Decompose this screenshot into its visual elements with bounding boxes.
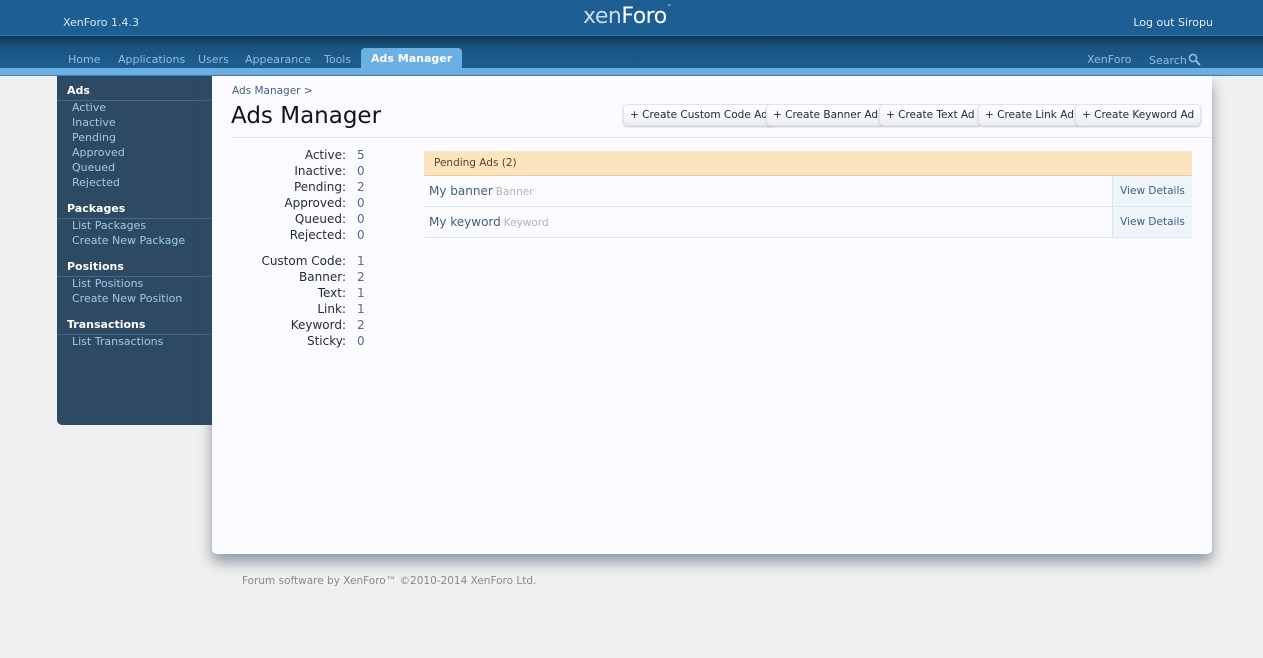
view-details-link[interactable]: View Details — [1112, 176, 1192, 206]
sidebar-heading-transactions: Transactions — [67, 318, 146, 331]
create-banner-ad-button[interactable]: + Create Banner Ad — [766, 104, 886, 126]
stat-label-approved: Approved: — [284, 196, 346, 210]
stat-value-inactive[interactable]: 0 — [357, 164, 365, 178]
stat-label-banner: Banner: — [299, 270, 346, 284]
stat-label-custom-code: Custom Code: — [261, 254, 346, 268]
breadcrumb[interactable]: Ads Manager > — [232, 85, 313, 97]
sidebar-item-list-positions[interactable]: List Positions — [72, 277, 143, 290]
sidebar-item-list-transactions[interactable]: List Transactions — [72, 335, 163, 348]
ad-title: My keyword — [429, 215, 501, 229]
tab-users[interactable]: Users — [198, 53, 229, 66]
footer-copyright: Forum software by XenForo™ ©2010-2014 Xe… — [242, 575, 537, 587]
stat-value-queued[interactable]: 0 — [357, 212, 365, 226]
search-link[interactable]: Search — [1149, 53, 1201, 67]
stat-value-custom-code[interactable]: 1 — [357, 254, 365, 268]
stat-value-link[interactable]: 1 — [357, 302, 365, 316]
title-divider — [231, 137, 1212, 138]
logout-link[interactable]: Log out Siropu — [1133, 16, 1213, 29]
stat-value-approved[interactable]: 0 — [357, 196, 365, 210]
view-details-link[interactable]: View Details — [1112, 207, 1192, 237]
tab-applications[interactable]: Applications — [118, 53, 185, 66]
create-link-ad-button[interactable]: + Create Link Ad — [978, 104, 1081, 126]
stat-value-sticky[interactable]: 0 — [357, 334, 365, 348]
nav-bar: Home Applications Users Appearance Tools… — [0, 36, 1263, 68]
search-label: Search — [1149, 54, 1187, 67]
pending-ads-title: Pending Ads (2) — [434, 157, 517, 169]
stat-value-active[interactable]: 5 — [357, 148, 365, 162]
xenforo-logo[interactable]: xenForo™ — [583, 4, 672, 29]
xenforo-link[interactable]: XenForo — [1087, 53, 1131, 66]
sidebar-item-queued[interactable]: Queued — [72, 161, 115, 174]
tab-ads-manager[interactable]: Ads Manager — [361, 48, 463, 68]
logo-tm: ™ — [666, 4, 672, 10]
stat-label-sticky: Sticky: — [306, 334, 346, 348]
sidebar-item-pending[interactable]: Pending — [72, 131, 116, 144]
stat-label-text: Text: — [317, 286, 346, 300]
stat-label-queued: Queued: — [294, 212, 346, 226]
logo-part2: Foro — [621, 4, 667, 29]
sidebar-item-create-position[interactable]: Create New Position — [72, 292, 182, 305]
pending-ad-row: My keyword Keyword View Details — [424, 207, 1192, 238]
nav-underline — [0, 68, 1263, 76]
sidebar-item-create-package[interactable]: Create New Package — [72, 234, 185, 247]
create-text-ad-button[interactable]: + Create Text Ad — [879, 104, 982, 126]
main-panel: Ads Manager > Ads Manager + Create Custo… — [212, 76, 1212, 554]
pending-ads-header: Pending Ads (2) — [424, 151, 1192, 176]
sidebar: Ads Active Inactive Pending Approved Que… — [57, 76, 212, 425]
logo-part1: xen — [583, 4, 622, 29]
sidebar-item-active[interactable]: Active — [72, 101, 106, 114]
stat-value-keyword[interactable]: 2 — [357, 318, 365, 332]
sidebar-item-inactive[interactable]: Inactive — [72, 116, 116, 129]
sidebar-item-approved[interactable]: Approved — [72, 146, 125, 159]
tab-tools[interactable]: Tools — [324, 53, 351, 66]
tab-home[interactable]: Home — [68, 53, 100, 66]
create-custom-code-ad-button[interactable]: + Create Custom Code Ad — [623, 104, 775, 126]
sidebar-heading-packages: Packages — [67, 202, 126, 215]
stat-value-banner[interactable]: 2 — [357, 270, 365, 284]
stat-value-rejected[interactable]: 0 — [357, 228, 365, 242]
stat-label-rejected: Rejected: — [289, 228, 346, 242]
sidebar-item-rejected[interactable]: Rejected — [72, 176, 120, 189]
stat-value-pending[interactable]: 2 — [357, 180, 365, 194]
stat-label-inactive: Inactive: — [294, 164, 346, 178]
stat-label-pending: Pending: — [293, 180, 346, 194]
tab-appearance[interactable]: Appearance — [245, 53, 311, 66]
create-keyword-ad-button[interactable]: + Create Keyword Ad — [1075, 104, 1202, 126]
sidebar-item-list-packages[interactable]: List Packages — [72, 219, 146, 232]
version-label: XenForo 1.4.3 — [63, 16, 139, 29]
ad-title-link[interactable]: My keyword Keyword — [429, 215, 549, 229]
sidebar-heading-ads: Ads — [67, 84, 90, 97]
ad-title-link[interactable]: My banner Banner — [429, 184, 534, 198]
stat-label-active: Active: — [304, 148, 346, 162]
ad-title: My banner — [429, 184, 493, 198]
stat-label-link: Link: — [317, 302, 346, 316]
search-icon — [1188, 53, 1201, 66]
pending-ad-row: My banner Banner View Details — [424, 176, 1192, 207]
ad-type: Banner — [495, 186, 534, 198]
ad-type: Keyword — [503, 217, 549, 229]
stat-label-keyword: Keyword: — [290, 318, 346, 332]
stat-value-text[interactable]: 1 — [357, 286, 365, 300]
top-header: XenForo 1.4.3 xenForo™ Log out Siropu — [0, 0, 1263, 36]
page-title: Ads Manager — [231, 103, 382, 129]
sidebar-heading-positions: Positions — [67, 260, 124, 273]
